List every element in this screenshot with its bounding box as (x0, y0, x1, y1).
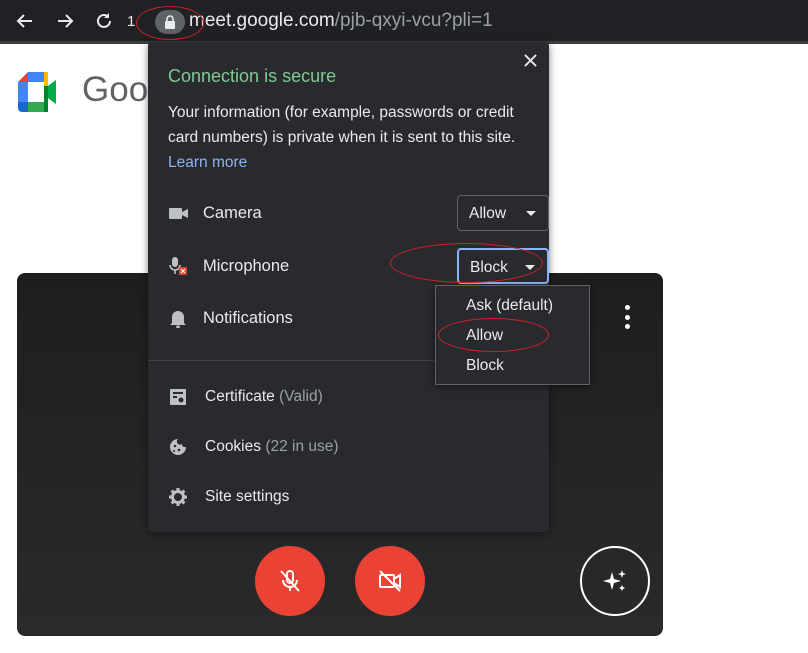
browser-toolbar: 1 meet.google.com/pjb-qxyi-vcu?pli=1 (0, 0, 808, 44)
reload-icon (97, 13, 111, 28)
close-button[interactable] (520, 50, 540, 70)
microphone-toggle-button[interactable] (255, 546, 325, 616)
permission-row-microphone: Microphone Block (168, 248, 549, 284)
bell-icon (170, 311, 186, 328)
permission-label: Notifications (203, 309, 293, 327)
cookies-label: Cookies (22 in use) (205, 438, 339, 455)
url-path: /pjb-qxyi-vcu?pli=1 (334, 10, 493, 31)
camera-off-icon (379, 570, 401, 592)
menu-item-ask[interactable]: Ask (default) (466, 297, 553, 315)
microphone-options-menu: Ask (default) Allow Block (435, 285, 590, 385)
select-value: Allow (469, 205, 507, 222)
cookie-icon (170, 439, 186, 455)
permission-label: Camera (203, 204, 262, 222)
reload-button[interactable] (91, 8, 117, 34)
connection-status-title: Connection is secure (168, 66, 337, 86)
connection-description: Your information (for example, passwords… (168, 100, 528, 175)
truncated-text: 1 (127, 13, 136, 30)
close-icon (523, 53, 537, 67)
menu-item-block[interactable]: Block (466, 357, 504, 375)
url-domain: meet.google.com (189, 10, 335, 31)
certificate-icon (170, 389, 186, 405)
learn-more-link[interactable]: Learn more (168, 154, 247, 171)
certificate-row[interactable]: Certificate (Valid) (168, 382, 528, 412)
back-button[interactable] (12, 8, 38, 34)
permission-label: Microphone (203, 257, 290, 275)
cookies-row[interactable]: Cookies (22 in use) (168, 432, 528, 462)
forward-button[interactable] (52, 8, 78, 34)
visual-effects-button[interactable] (580, 546, 650, 616)
arrow-left-icon (16, 14, 32, 28)
site-settings-label: Site settings (205, 488, 290, 505)
site-info-button[interactable] (155, 10, 185, 34)
site-settings-row[interactable]: Site settings (168, 482, 528, 512)
sparkle-icon (603, 570, 626, 591)
certificate-label: Certificate (Valid) (205, 388, 323, 405)
menu-item-allow[interactable]: Allow (466, 327, 503, 345)
arrow-right-icon (58, 14, 74, 28)
microphone-off-icon (280, 570, 300, 592)
select-value: Block (470, 259, 508, 276)
camera-icon (169, 208, 188, 219)
description-text: Your information (for example, passwords… (168, 104, 516, 146)
camera-toggle-button[interactable] (355, 546, 425, 616)
gear-icon (169, 488, 187, 506)
chevron-down-icon (526, 211, 536, 216)
chevron-down-icon (525, 265, 535, 270)
microphone-permission-select[interactable]: Block (457, 248, 549, 284)
address-bar[interactable]: meet.google.com/pjb-qxyi-vcu?pli=1 (189, 10, 493, 32)
google-meet-logo (18, 72, 56, 112)
camera-permission-select[interactable]: Allow (457, 195, 549, 231)
permission-row-camera: Camera Allow (168, 195, 549, 231)
lock-icon (165, 15, 175, 29)
microphone-blocked-icon (169, 257, 187, 275)
more-options-icon[interactable] (620, 305, 634, 329)
